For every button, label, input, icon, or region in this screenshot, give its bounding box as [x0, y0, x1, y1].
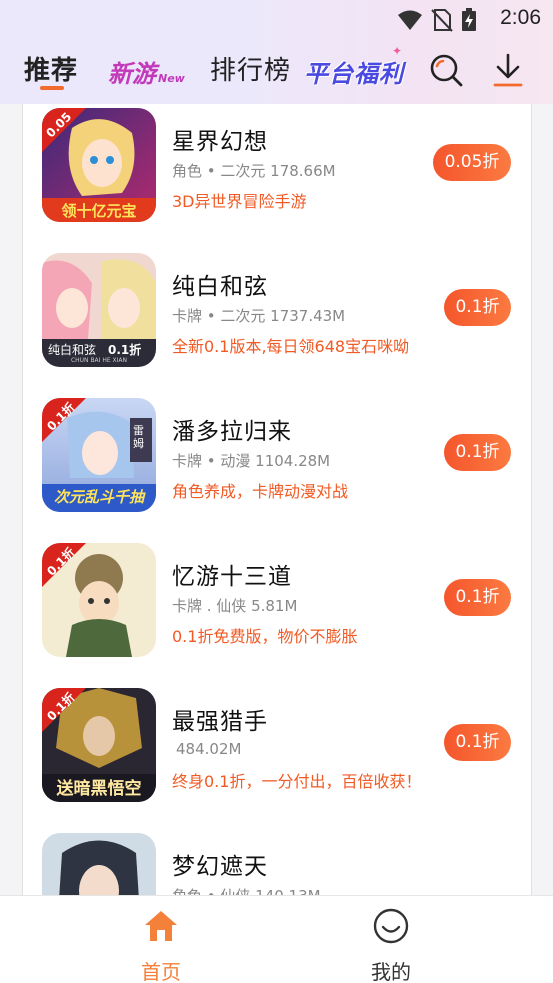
thumb-subtitle: CHUN BAI HE XIAN	[70, 357, 128, 364]
thumb-badge: 0.1折	[108, 343, 142, 357]
game-description: 角色养成，卡牌动漫对战	[172, 482, 349, 501]
top-bar: 2:06 推荐 新游 New 排行榜 平台福利 ✦	[0, 0, 553, 104]
game-list: 0.05 领十亿元宝 星界幻想 角色 • 二次元 178.66M 3D异世界冒险…	[22, 104, 532, 947]
top-nav: 推荐 新游 New 排行榜 平台福利 ✦	[0, 44, 553, 96]
active-tab-indicator	[40, 86, 64, 90]
bottom-tab-mine[interactable]: 我的	[341, 906, 441, 983]
status-bar: 2:06	[0, 0, 553, 38]
tab-recommend[interactable]: 推荐	[24, 50, 78, 87]
download-button[interactable]	[490, 52, 526, 88]
smiley-icon	[373, 908, 409, 944]
wifi-icon	[398, 10, 422, 30]
tab-new-games[interactable]: 新游 New	[108, 54, 185, 89]
game-thumbnail[interactable]: 0.1折 送暗黑悟空	[42, 688, 156, 802]
tab-ranking[interactable]: 排行榜	[210, 50, 291, 87]
search-icon	[430, 54, 463, 87]
status-icons	[397, 8, 477, 32]
tab-platform-welfare[interactable]: 平台福利	[304, 54, 404, 89]
thumb-caption: 纯白和弦	[48, 343, 97, 357]
game-description: 终身0.1折，一分付出，百倍收获！	[172, 772, 422, 791]
bottom-tab-home[interactable]: 首页	[111, 906, 211, 983]
discount-button[interactable]: 0.1折	[444, 434, 511, 471]
game-thumbnail[interactable]: 0.05 领十亿元宝	[42, 108, 156, 222]
discount-button[interactable]: 0.05折	[433, 144, 511, 181]
game-description: 3D异世界冒险手游	[172, 192, 307, 211]
game-meta: 卡牌 . 仙侠 5.81M	[172, 597, 298, 615]
game-meta: 484.02M	[176, 740, 242, 758]
bottom-tab-label: 我的	[371, 960, 411, 983]
search-button[interactable]	[428, 52, 464, 88]
game-item[interactable]: 0.05 领十亿元宝 星界幻想 角色 • 二次元 178.66M 3D异世界冒险…	[23, 104, 531, 248]
home-icon	[145, 911, 177, 941]
discount-button[interactable]: 0.1折	[444, 724, 511, 761]
thumb-caption: 送暗黑悟空	[56, 779, 142, 799]
game-item[interactable]: 0.1折 雷姆 次元乱斗千抽 潘多拉归来 卡牌 • 动漫 1104.28M 角色…	[23, 394, 531, 538]
game-title: 最强猎手	[172, 709, 268, 735]
game-title: 潘多拉归来	[172, 419, 292, 445]
game-item[interactable]: 0.1折 忆游十三道 卡牌 . 仙侠 5.81M 0.1折免费版，物价不膨胀 0…	[23, 539, 531, 683]
game-title: 纯白和弦	[172, 274, 268, 300]
no-sim-icon	[431, 9, 453, 32]
game-thumbnail[interactable]: 0.1折	[42, 543, 156, 657]
game-item[interactable]: 纯白和弦 0.1折 CHUN BAI HE XIAN 纯白和弦 卡牌 • 二次元…	[23, 249, 531, 393]
discount-button[interactable]: 0.1折	[444, 289, 511, 326]
game-meta: 卡牌 • 二次元 1737.43M	[172, 307, 346, 325]
game-thumbnail[interactable]: 0.1折 雷姆 次元乱斗千抽	[42, 398, 156, 512]
game-description: 全新0.1版本,每日领648宝石咪呦	[172, 337, 410, 356]
discount-button[interactable]: 0.1折	[444, 579, 511, 616]
download-icon	[493, 53, 523, 87]
bottom-nav: 首页 我的	[0, 895, 553, 983]
game-meta: 角色 • 二次元 178.66M	[172, 162, 336, 180]
game-thumbnail[interactable]: 纯白和弦 0.1折 CHUN BAI HE XIAN	[42, 253, 156, 367]
game-item[interactable]: 0.1折 送暗黑悟空 最强猎手 484.02M 终身0.1折，一分付出，百倍收获…	[23, 684, 531, 828]
status-time: 2:06	[500, 6, 541, 29]
tab-new-badge: New	[158, 72, 185, 85]
game-description: 0.1折免费版，物价不膨胀	[172, 627, 358, 646]
thumb-side-label: 雷姆	[133, 424, 144, 450]
game-title: 忆游十三道	[172, 564, 292, 590]
game-title: 梦幻遮天	[172, 854, 268, 880]
bottom-tab-label: 首页	[141, 960, 181, 983]
thumb-caption: 领十亿元宝	[61, 202, 137, 220]
game-meta: 卡牌 • 动漫 1104.28M	[172, 452, 331, 470]
thumb-caption: 次元乱斗千抽	[53, 488, 144, 506]
tab-new-games-label: 新游	[108, 60, 156, 88]
game-title: 星界幻想	[172, 129, 268, 155]
sparkle-icon: ✦	[392, 44, 403, 58]
battery-charging-icon	[462, 8, 476, 31]
